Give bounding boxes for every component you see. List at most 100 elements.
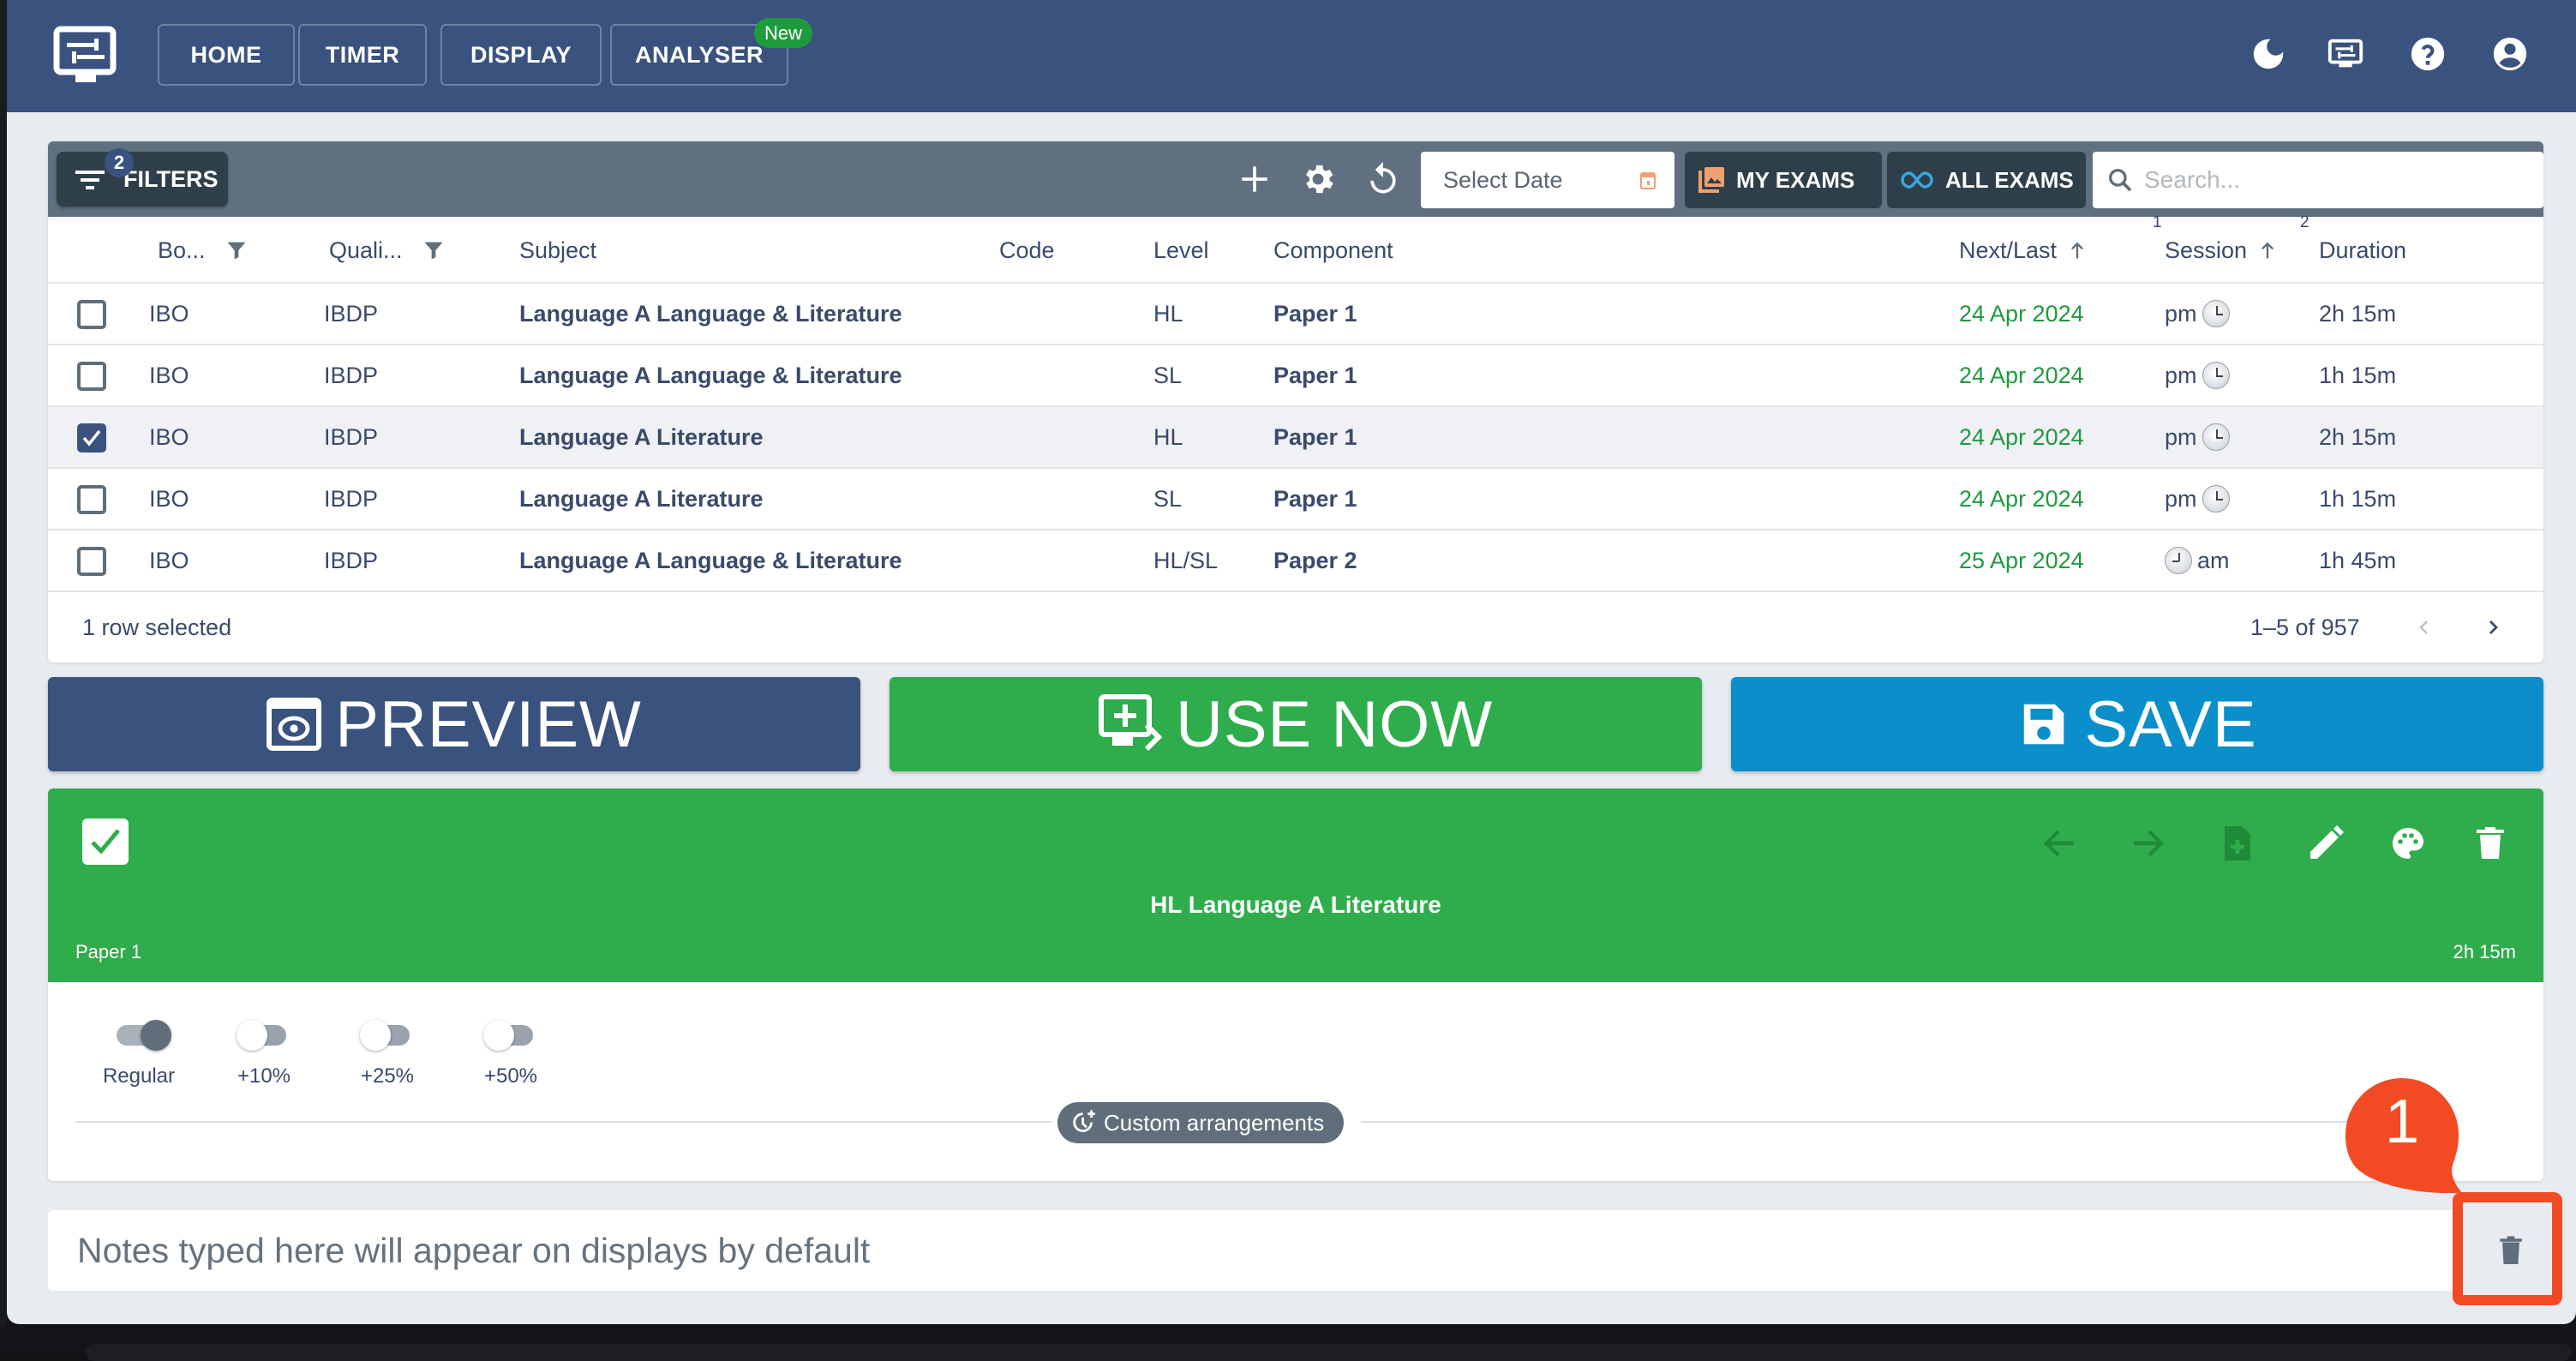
add-file-icon[interactable]	[2216, 823, 2257, 864]
app-logo-icon[interactable]	[53, 26, 118, 86]
table-row[interactable]: IBO IBDP Language A Language & Literature S…	[48, 345, 2543, 407]
table-row[interactable]: IBO IBDP Language A Language & Literature H…	[48, 284, 2543, 345]
notes-input[interactable]	[77, 1230, 2391, 1271]
cell-date: 24 Apr 2024	[1959, 300, 2084, 327]
cell-subject: Language A Literature	[519, 423, 764, 450]
present-to-all-icon	[1098, 694, 1162, 752]
session-text: am	[2197, 547, 2230, 573]
column-header-next-last[interactable]: Next/Last 1	[1959, 213, 2162, 284]
row-checkbox[interactable]	[77, 362, 106, 391]
pagination-range: 1–5 of 957	[2250, 614, 2360, 640]
column-header-board[interactable]: Bo...	[158, 217, 249, 284]
custom-arrangements-label: Custom arrangements	[1104, 1109, 1325, 1136]
column-header-code[interactable]: Code	[999, 217, 1055, 284]
column-label: Code	[999, 237, 1055, 263]
sort-order-number: 2	[2300, 213, 2309, 231]
custom-arrangements-chip[interactable]: Custom arrangements	[1057, 1102, 1344, 1143]
filters-button[interactable]: 2 FILTERS	[57, 148, 228, 207]
column-label: Bo...	[158, 237, 206, 263]
cell-qual: IBDP	[324, 362, 379, 388]
reset-icon[interactable]	[1364, 160, 1402, 198]
row-checkbox[interactable]	[77, 547, 106, 576]
filters-label: FILTERS	[123, 165, 219, 192]
session-text: pm	[2165, 423, 2197, 450]
edit-pencil-icon[interactable]	[2305, 823, 2346, 864]
notes-field[interactable]	[48, 1210, 2454, 1291]
cell-level: SL	[1153, 485, 1183, 512]
table-row[interactable]: IBO IBDP Language A Language & Literature H…	[48, 531, 2543, 592]
window-edge	[0, 0, 7, 1324]
chevron-left-icon	[2419, 621, 2428, 634]
cell-duration: 1h 45m	[2319, 547, 2397, 573]
settings-gear-icon[interactable]	[1299, 160, 1337, 198]
search-field[interactable]	[2093, 152, 2543, 208]
cell-subject: Language A Language & Literature	[519, 547, 902, 573]
cell-board: IBO	[149, 547, 189, 573]
toggle-knob	[360, 1020, 391, 1051]
date-picker-field[interactable]: Select Date	[1421, 152, 1674, 208]
palette-icon[interactable]	[2387, 823, 2429, 864]
save-button[interactable]: SAVE	[1731, 677, 2543, 771]
cell-qual: IBDP	[324, 547, 379, 573]
cell-session: pm	[2165, 345, 2235, 405]
column-header-qualification[interactable]: Quali...	[329, 217, 446, 284]
account-icon[interactable]	[2490, 34, 2530, 74]
clock-icon	[2202, 362, 2230, 389]
new-badge: New	[754, 18, 813, 48]
search-input[interactable]	[2144, 166, 2521, 194]
previous-page-button[interactable]	[2406, 609, 2442, 645]
row-checkbox[interactable]	[77, 485, 106, 514]
arrow-left-icon[interactable]	[2040, 823, 2081, 864]
nav-display[interactable]: DISPLAY	[440, 24, 602, 86]
column-label: Next/Last	[1959, 237, 2058, 263]
cell-level: HL	[1153, 423, 1183, 450]
my-exams-button[interactable]: MY EXAMS	[1685, 152, 1882, 208]
cell-component: Paper 1	[1273, 300, 1357, 327]
column-label: Quali...	[329, 237, 403, 263]
column-header-component[interactable]: Component	[1273, 217, 1393, 284]
column-header-session[interactable]: Session 2	[2165, 213, 2309, 284]
all-exams-button[interactable]: ALL EXAMS	[1887, 152, 2086, 208]
moon-icon[interactable]	[2249, 34, 2288, 74]
display-settings-icon[interactable]	[2326, 34, 2365, 74]
column-header-level[interactable]: Level	[1153, 217, 1209, 284]
cell-session: pm	[2165, 284, 2235, 344]
clock-icon	[2202, 485, 2230, 513]
use-now-button[interactable]: USE NOW	[890, 677, 1702, 771]
row-checkbox[interactable]	[77, 300, 106, 329]
column-filter-icon[interactable]	[422, 238, 446, 262]
column-header-subject[interactable]: Subject	[519, 217, 596, 284]
table-row[interactable]: IBO IBDP Language A Literature SL Paper 1 24 …	[48, 469, 2543, 531]
save-icon	[2024, 704, 2064, 745]
annotation-highlight-box	[2453, 1192, 2562, 1305]
cell-session: pm	[2165, 469, 2235, 529]
next-page-button[interactable]	[2475, 609, 2511, 645]
exam-select-checkbox[interactable]	[82, 818, 129, 865]
save-label: SAVE	[2084, 687, 2257, 761]
clock-icon	[2202, 300, 2230, 327]
column-header-duration[interactable]: Duration	[2319, 217, 2406, 284]
column-label: Subject	[519, 237, 597, 263]
device-bezel-edge	[86, 1344, 2571, 1361]
row-checkbox[interactable]	[77, 423, 106, 453]
cell-component: Paper 1	[1273, 423, 1357, 450]
delete-icon[interactable]	[2470, 823, 2511, 864]
help-icon[interactable]	[2408, 34, 2447, 74]
nav-timer[interactable]: TIMER	[298, 24, 427, 86]
exam-duration: 2h 15m	[2453, 941, 2516, 962]
add-icon[interactable]	[1236, 160, 1273, 198]
check-icon	[82, 429, 101, 447]
table-toolbar: 2 FILTERS Select Date MY EXAMS ALL EXAMS…	[48, 141, 2543, 217]
nav-home[interactable]: HOME	[158, 24, 295, 86]
column-label: Component	[1273, 237, 1393, 263]
arrow-right-icon[interactable]	[2127, 823, 2168, 864]
preview-button[interactable]: PREVIEW	[48, 677, 860, 771]
sort-ascending-icon[interactable]	[2255, 238, 2279, 262]
session-text: pm	[2165, 485, 2197, 512]
table-footer: 1 row selected 1–5 of 957	[48, 592, 2543, 663]
table-row[interactable]: IBO IBDP Language A Literature HL Paper 1 24 …	[48, 407, 2543, 469]
column-filter-icon[interactable]	[225, 238, 249, 262]
column-label: Level	[1153, 237, 1209, 263]
sort-ascending-icon[interactable]	[2065, 238, 2089, 262]
cell-qual: IBDP	[324, 300, 379, 327]
